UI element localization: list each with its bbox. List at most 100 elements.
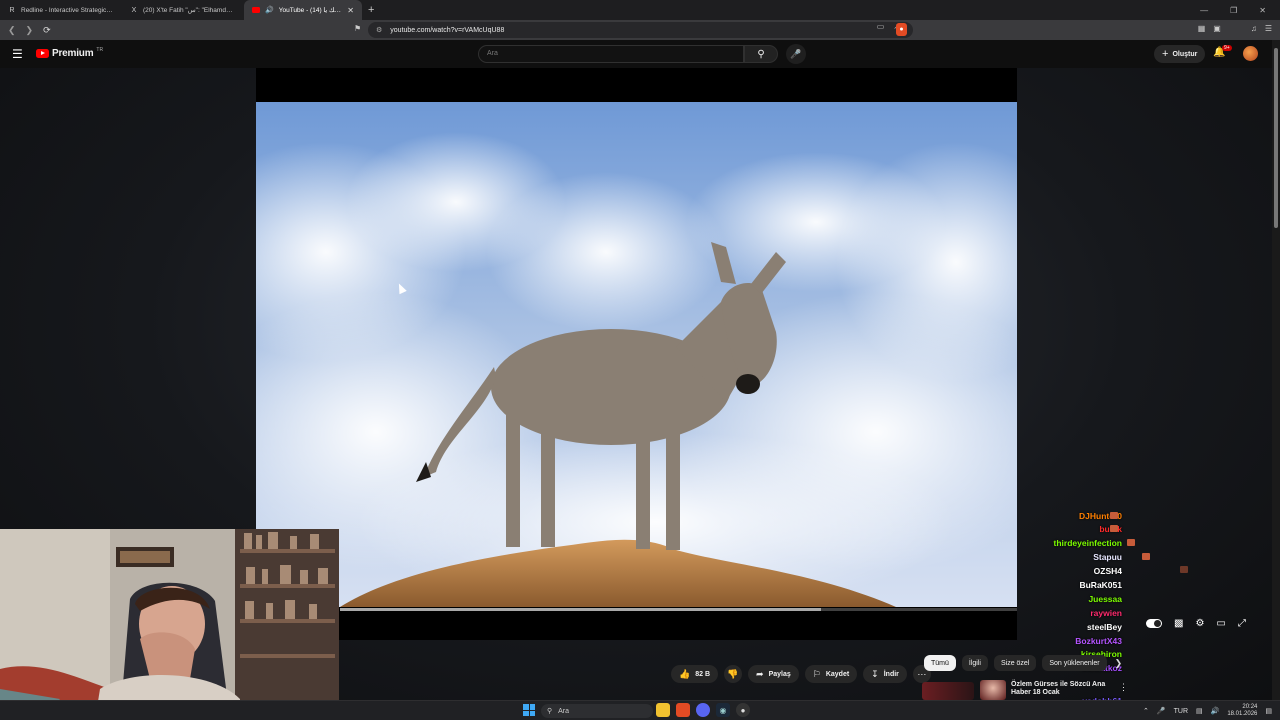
voice-search-button[interactable]: 🎤: [786, 44, 806, 64]
search-input[interactable]: Ara: [478, 45, 744, 63]
recommended-thumbnail[interactable]: [980, 680, 1006, 700]
media-icon[interactable]: ♫: [1251, 24, 1257, 33]
recommended-video[interactable]: Özlem Gürses ile Sözcü Ana Haber 18 Ocak…: [922, 680, 1132, 700]
microphone-icon: 🎤: [790, 48, 802, 59]
nav-buttons: ❮ ❯ ⟳: [0, 25, 60, 36]
taskbar-search-placeholder: Ara: [558, 707, 570, 715]
reload-icon[interactable]: ⟳: [43, 25, 51, 36]
language-indicator[interactable]: TUR: [1174, 708, 1188, 715]
menu-icon[interactable]: ☰: [1265, 24, 1272, 33]
address-bar-row: ❮ ❯ ⟳ ⚑ ⚙ youtube.com/watch?v=rVAMcUqU88…: [0, 20, 1280, 40]
chip-recent[interactable]: Son yüklenenler: [1042, 655, 1107, 671]
streamer-webcam: [0, 529, 339, 720]
youtube-logo[interactable]: Premium TR: [36, 46, 104, 59]
related-filter-chips: Tümü İlgili Size özel Son yüklenenler ❯: [924, 655, 1122, 671]
chip-all[interactable]: Tümü: [924, 655, 956, 671]
start-button-windows-icon[interactable]: [523, 704, 535, 716]
chevron-up-icon[interactable]: ⌃: [1143, 707, 1149, 715]
chat-username: Juessaa: [1088, 594, 1122, 604]
minimize-icon[interactable]: —: [1200, 6, 1208, 15]
clock-date: 18.01.2026: [1227, 711, 1258, 717]
download-button[interactable]: ↧ İndir: [863, 665, 907, 683]
chat-username: BuRaK051: [1079, 580, 1122, 590]
tab-x[interactable]: X (20) X'te Fatih "س": "Elhamdulillah yi…: [122, 0, 244, 20]
extension-icons: ▦ ▣ ♫ ☰: [1198, 24, 1272, 33]
more-vertical-icon[interactable]: ⋮: [1119, 682, 1128, 693]
dislike-button[interactable]: 👎: [724, 665, 743, 683]
taskbar-clock[interactable]: 20:24 18.01.2026: [1227, 704, 1257, 718]
audio-playing-icon[interactable]: 🔊: [265, 6, 274, 14]
microphone-icon[interactable]: 🎤: [1157, 707, 1166, 715]
save-label: Kaydet: [825, 670, 850, 678]
settings-gear-icon[interactable]: ⚙: [1195, 618, 1204, 629]
youtube-header: ☰ Premium TR Ara ⚲ 🎤 + Oluştur 🔔 9+: [0, 40, 1280, 68]
notifications-badge: 9+: [1222, 45, 1232, 51]
subtitles-icon[interactable]: ▩: [1174, 618, 1183, 629]
like-button[interactable]: 👍 82 B: [671, 665, 719, 683]
search-button[interactable]: ⚲: [744, 45, 778, 63]
youtube-play-icon: [36, 49, 49, 58]
logo-country: TR: [96, 46, 104, 53]
url-field[interactable]: ⚙ youtube.com/watch?v=rVAMcUqU88: [368, 22, 913, 38]
avatar[interactable]: [1243, 46, 1258, 61]
extensions-icon[interactable]: ▦: [1198, 24, 1206, 33]
bookmark-icon[interactable]: ⚑: [354, 24, 361, 33]
video-progress-bar[interactable]: [340, 608, 1017, 611]
like-count: 82 B: [695, 670, 711, 678]
share-button[interactable]: ➦ Paylaş: [748, 665, 799, 683]
thumbs-up-icon: 👍: [679, 668, 691, 679]
page-scrollbar[interactable]: [1272, 40, 1280, 700]
obs-icon[interactable]: ●: [736, 703, 750, 717]
volume-icon[interactable]: 🔊: [1211, 707, 1220, 715]
redline-favicon-icon: R: [9, 6, 15, 14]
file-explorer-icon[interactable]: [656, 703, 670, 717]
window-controls: — ❐ ✕: [1200, 0, 1276, 20]
bookmark-save-icon: ⚐: [812, 668, 821, 679]
forward-icon[interactable]: ❯: [26, 25, 34, 36]
brave-shield-icon[interactable]: ●: [896, 23, 907, 36]
hamburger-menu-icon[interactable]: ☰: [12, 47, 23, 61]
save-button[interactable]: ⚐ Kaydet: [804, 665, 858, 683]
create-button[interactable]: + Oluştur: [1154, 45, 1206, 63]
chat-emote-icon: [1127, 539, 1135, 546]
chat-emote-icon: [1110, 512, 1118, 519]
video-player[interactable]: [256, 68, 1017, 640]
recommended-thumbnail[interactable]: [922, 682, 974, 700]
fullscreen-icon[interactable]: ⤢: [1238, 618, 1246, 629]
browser-tab-strip: R Redline - Interactive Strategic Map X …: [0, 0, 1280, 20]
chat-emote-icon: [1142, 553, 1150, 560]
new-tab-button[interactable]: +: [362, 4, 380, 16]
wallet-icon[interactable]: ▣: [1213, 24, 1221, 33]
restore-icon[interactable]: ❐: [1230, 6, 1237, 15]
discord-icon[interactable]: [696, 703, 710, 717]
site-info-icon[interactable]: ⚙: [376, 26, 382, 34]
brave-browser-icon[interactable]: [676, 703, 690, 717]
back-icon[interactable]: ❮: [8, 25, 16, 36]
scrollbar-thumb[interactable]: [1274, 48, 1278, 228]
tab-redline[interactable]: R Redline - Interactive Strategic Map: [0, 0, 122, 20]
steam-icon[interactable]: ◉: [716, 703, 730, 717]
close-window-icon[interactable]: ✕: [1259, 6, 1266, 15]
tab-title: YouTube - حمار بحبك يا (14): [278, 7, 343, 14]
tab-youtube[interactable]: 🔊 YouTube - حمار بحبك يا (14) ✕: [244, 0, 362, 20]
chip-for-you[interactable]: Size özel: [993, 655, 1037, 671]
chip-related[interactable]: İlgili: [961, 655, 988, 671]
thumbs-down-icon: 👎: [727, 668, 739, 679]
chat-username: steelBey: [1087, 622, 1122, 632]
notification-center-icon[interactable]: ▤: [1265, 707, 1272, 715]
download-label: İndir: [883, 670, 899, 678]
chat-username: raywien: [1090, 608, 1122, 618]
cast-icon[interactable]: ▭: [877, 22, 885, 31]
network-icon[interactable]: ▤: [1196, 707, 1203, 715]
player-controls: ▩ ⚙ ▭ ⤢: [1146, 618, 1246, 629]
share-icon: ➦: [756, 668, 764, 679]
video-progress-fill: [340, 608, 821, 611]
theater-mode-icon[interactable]: ▭: [1216, 618, 1225, 629]
chat-username: BozkurtX43: [1075, 636, 1122, 646]
plus-icon: +: [1162, 48, 1169, 60]
recommended-title[interactable]: Özlem Gürses ile Sözcü Ana Haber 18 Ocak: [1011, 681, 1121, 697]
taskbar-search-field[interactable]: ⚲ Ara: [541, 704, 653, 718]
chevron-right-icon[interactable]: ❯: [1115, 658, 1123, 669]
stream-chat-overlay: DJHunter0 bulbk thirdeyeinfection Stapuu…: [1018, 498, 1188, 708]
close-tab-icon[interactable]: ✕: [347, 6, 354, 15]
